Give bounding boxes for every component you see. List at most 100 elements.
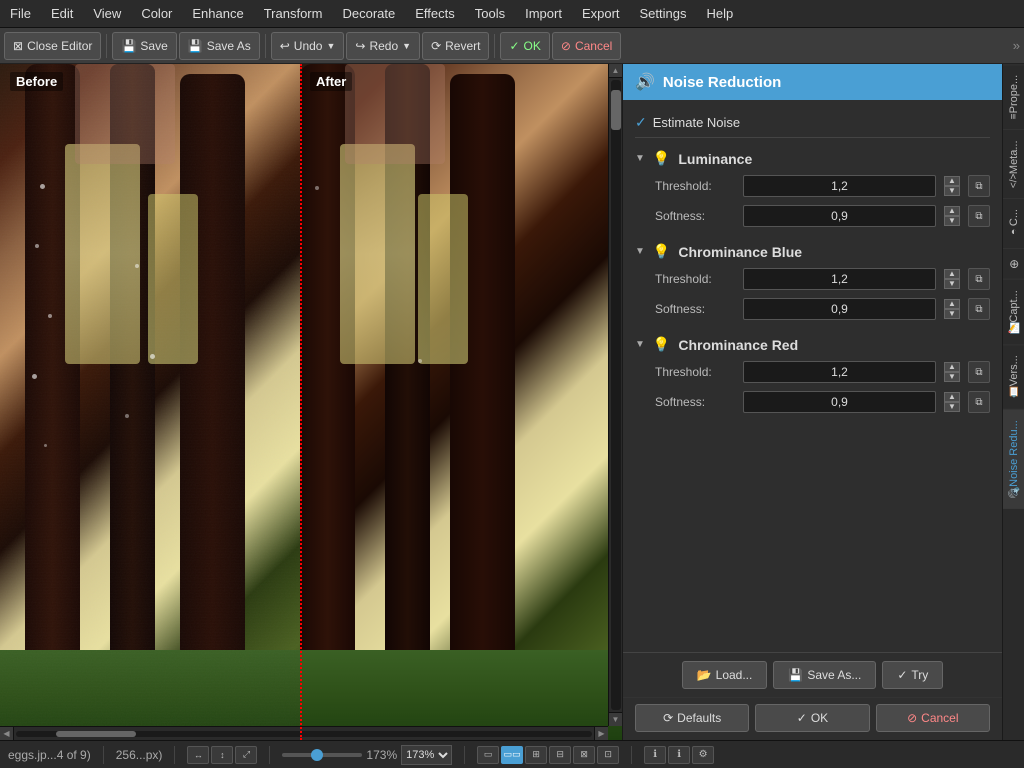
menu-export[interactable]: Export [572,2,630,25]
defaults-icon: ⟳ [663,711,673,725]
chrom-blue-threshold-copy[interactable]: ⧉ [968,268,990,290]
chrom-red-softness-spin-up[interactable]: ▲ [944,392,960,402]
multi-view-icon-2[interactable]: ⊟ [549,746,571,764]
chrom-red-threshold-spin-down[interactable]: ▼ [944,372,960,382]
menu-view[interactable]: View [83,2,131,25]
load-button[interactable]: 📂 Load... [682,661,768,689]
single-view-icon[interactable]: ▭ [477,746,499,764]
defaults-button[interactable]: ⟳ Defaults [635,704,749,732]
undo-button[interactable]: ↩ Undo ▼ [271,32,345,60]
color-tab[interactable]: ◑ C... [1003,198,1024,247]
panel-save-as-button[interactable]: 💾 Save As... [773,661,876,689]
vscroll-track [611,80,621,710]
menu-file[interactable]: File [0,2,41,25]
luminance-softness-input[interactable] [743,205,936,227]
ok-button[interactable]: ✓ OK [500,32,549,60]
properties-tab[interactable]: ≡ Prope... [1003,64,1024,129]
chrom-blue-softness-spin-down[interactable]: ▼ [944,309,960,319]
chrom-red-threshold-spinners: ▲ ▼ [944,362,960,382]
status-sep-5 [631,746,632,764]
split-view-icon[interactable]: ▭▭ [501,746,523,764]
vscroll-up-button[interactable]: ▲ [609,64,623,78]
luminance-threshold-spin-down[interactable]: ▼ [944,186,960,196]
menu-effects[interactable]: Effects [405,2,465,25]
noise-reduction-tab[interactable]: 🔊 Noise Redu... [1003,409,1024,509]
info-icon[interactable]: ℹ [644,746,666,764]
menu-color[interactable]: Color [131,2,182,25]
chrom-red-softness-input[interactable] [743,391,936,413]
chrom-blue-threshold-spin-down[interactable]: ▼ [944,279,960,289]
hscroll-left-button[interactable]: ◀ [0,727,14,741]
multi-view-icon-4[interactable]: ⊡ [597,746,619,764]
chrominance-red-header[interactable]: ▼ 💡 Chrominance Red [635,332,990,357]
chrom-blue-softness-spin-up[interactable]: ▲ [944,299,960,309]
chrom-red-threshold-input[interactable] [743,361,936,383]
luminance-threshold-copy[interactable]: ⧉ [968,175,990,197]
chrom-blue-threshold-input[interactable] [743,268,936,290]
chrom-blue-threshold-spin-up[interactable]: ▲ [944,269,960,279]
estimate-noise-check[interactable]: ✓ [635,114,647,131]
luminance-header[interactable]: ▼ 💡 Luminance [635,146,990,171]
menu-edit[interactable]: Edit [41,2,83,25]
try-button[interactable]: ✓ Try [882,661,943,689]
hscroll-thumb[interactable] [56,731,136,737]
versions-tab[interactable]: 📋 Vers... [1003,344,1024,408]
settings-icon[interactable]: ⚙ [692,746,714,764]
panel-ok-button[interactable]: ✓ OK [755,704,869,732]
menu-decorate[interactable]: Decorate [332,2,405,25]
vertical-scrollbar[interactable]: ▲ ▼ [608,64,622,726]
chrom-red-threshold-spin-up[interactable]: ▲ [944,362,960,372]
chrom-red-threshold-row: Threshold: ▲ ▼ ⧉ [635,357,990,387]
fit-window-icon[interactable]: ⤢ [235,746,257,764]
hscroll-right-button[interactable]: ▶ [594,727,608,741]
world-tab[interactable]: ⊕ [1003,248,1024,279]
horizontal-scrollbar[interactable]: ◀ ▶ [0,726,608,740]
menu-transform[interactable]: Transform [254,2,333,25]
fit-height-icon[interactable]: ↕ [211,746,233,764]
chrom-blue-label: Chrominance Blue [678,244,802,260]
meta-tab[interactable]: </> Meta... [1003,129,1024,198]
chrom-blue-softness-input[interactable] [743,298,936,320]
menu-import[interactable]: Import [515,2,572,25]
luminance-bulb-icon: 💡 [653,150,670,167]
save-button[interactable]: 💾 Save [112,32,176,60]
zoom-dropdown[interactable]: 173% 100% 50% 200% [401,745,452,765]
fit-width-icon[interactable]: ↔ [187,746,209,764]
luminance-softness-spin-down[interactable]: ▼ [944,216,960,226]
multi-view-icon-1[interactable]: ⊞ [525,746,547,764]
chrom-blue-collapse-icon: ▼ [635,246,645,257]
luminance-softness-copy[interactable]: ⧉ [968,205,990,227]
vscroll-thumb[interactable] [611,90,621,130]
chrom-red-threshold-copy[interactable]: ⧉ [968,361,990,383]
menu-enhance[interactable]: Enhance [182,2,253,25]
luminance-softness-spin-up[interactable]: ▲ [944,206,960,216]
luminance-threshold-spinners: ▲ ▼ [944,176,960,196]
chrom-red-softness-spin-down[interactable]: ▼ [944,402,960,412]
ok-check-icon: ✓ [509,39,519,53]
chrom-blue-softness-copy[interactable]: ⧉ [968,298,990,320]
luminance-threshold-spin-up[interactable]: ▲ [944,176,960,186]
menu-help[interactable]: Help [697,2,744,25]
save-as-button[interactable]: 💾 Save As [179,32,260,60]
zoom-slider[interactable] [282,753,362,757]
chrominance-red-section: ▼ 💡 Chrominance Red Threshold: ▲ ▼ ⧉ Sof… [635,332,990,417]
save-as-icon: 💾 [188,39,203,53]
luminance-threshold-input[interactable] [743,175,936,197]
chrominance-blue-header[interactable]: ▼ 💡 Chrominance Blue [635,239,990,264]
captions-tab[interactable]: 📝 Capt... [1003,279,1024,345]
menu-tools[interactable]: Tools [465,2,515,25]
chrom-red-softness-copy[interactable]: ⧉ [968,391,990,413]
vscroll-down-button[interactable]: ▼ [609,712,623,726]
chrom-blue-softness-row: Softness: ▲ ▼ ⧉ [635,294,990,324]
redo-button[interactable]: ↪ Redo ▼ [346,32,420,60]
multi-view-icon-3[interactable]: ⊠ [573,746,595,764]
canvas-area[interactable]: Before After ▲ ▼ ◀ ▶ [0,64,622,740]
menu-settings[interactable]: Settings [630,2,697,25]
panel-cancel-button[interactable]: ⊘ Cancel [876,704,990,732]
load-icon: 📂 [697,668,712,682]
revert-button[interactable]: ⟳ Revert [422,32,489,60]
close-editor-button[interactable]: ⊠ Close Editor [4,32,101,60]
info2-icon[interactable]: ℹ [668,746,690,764]
chrom-red-threshold-label: Threshold: [655,365,735,379]
cancel-button[interactable]: ⊘ Cancel [552,32,621,60]
